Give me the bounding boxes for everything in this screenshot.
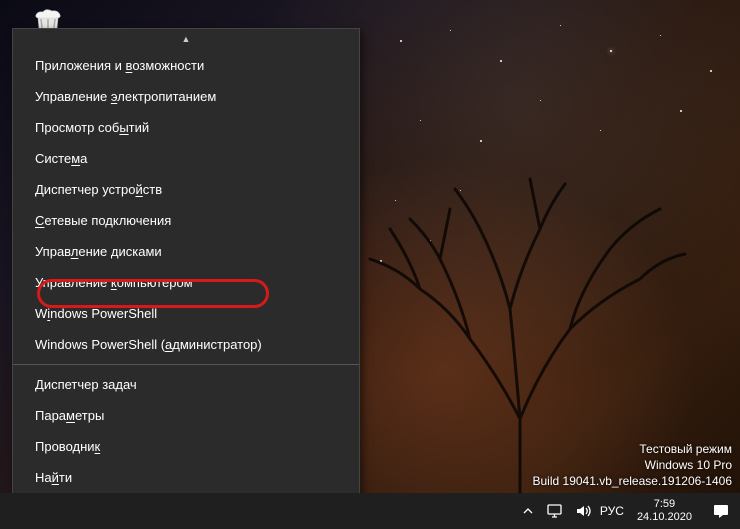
menu-item-label: ndows PowerShell — [50, 306, 157, 321]
menu-item-accelerator: Д — [35, 377, 44, 392]
menu-item-label: Управление — [35, 89, 111, 104]
menu-item-label: Windows PowerShell ( — [35, 337, 165, 352]
menu-item-label: тий — [129, 120, 149, 135]
menu-item-label: дминистратор) — [172, 337, 261, 352]
clock-time: 7:59 — [637, 498, 692, 511]
menu-item-label: Проводни — [35, 439, 95, 454]
menu-item-label: Систе — [35, 151, 71, 166]
menu-item-label: Пара — [35, 408, 66, 423]
menu-item[interactable]: Просмотр событий — [13, 112, 359, 143]
menu-item[interactable]: Диспетчер устройств — [13, 174, 359, 205]
menu-item-accelerator: к — [95, 439, 101, 454]
menu-item[interactable]: Проводник — [13, 431, 359, 462]
menu-divider — [13, 364, 359, 365]
language-label: РУС — [600, 504, 624, 518]
watermark-line: Тестовый режим — [533, 441, 733, 457]
menu-item-label: ти — [59, 470, 72, 485]
menu-item-accelerator: й — [52, 470, 59, 485]
menu-item-accelerator: й — [135, 182, 142, 197]
network-icon[interactable] — [545, 493, 567, 529]
menu-item[interactable]: Управление электропитанием — [13, 81, 359, 112]
menu-item-accelerator: ы — [119, 120, 128, 135]
clock-date: 24.10.2020 — [637, 511, 692, 524]
watermark-line: Windows 10 Pro — [533, 457, 733, 473]
menu-item[interactable]: Найти — [13, 462, 359, 493]
watermark-line: Build 19041.vb_release.191206-1406 — [533, 473, 733, 489]
menu-item-label: лектропитанием — [117, 89, 216, 104]
menu-item-label: етевые подключения — [44, 213, 171, 228]
menu-item[interactable]: Windows PowerShell (администратор) — [13, 329, 359, 360]
menu-item[interactable]: Windows PowerShell — [13, 298, 359, 329]
menu-item[interactable]: Управление компьютером — [13, 267, 359, 298]
language-indicator[interactable]: РУС — [601, 493, 623, 529]
menu-item[interactable]: Диспетчер задач — [13, 369, 359, 400]
menu-item-label: На — [35, 470, 52, 485]
menu-item-label: испетчер задач — [44, 377, 137, 392]
menu-item[interactable]: Параметры — [13, 400, 359, 431]
tray-overflow-icon[interactable] — [517, 493, 539, 529]
test-mode-watermark: Тестовый режим Windows 10 Pro Build 1904… — [533, 441, 733, 489]
menu-item-label: ение дисками — [78, 244, 161, 259]
menu-item-label: Приложения и — [35, 58, 126, 73]
clock[interactable]: 7:59 24.10.2020 — [629, 493, 700, 529]
taskbar: РУС 7:59 24.10.2020 — [0, 493, 740, 529]
menu-item-label: Управление — [35, 275, 111, 290]
scroll-up-arrow[interactable]: ▲ — [13, 33, 359, 50]
menu-item-label: омпьютером — [117, 275, 193, 290]
menu-item[interactable]: Приложения и возможности — [13, 50, 359, 81]
menu-item-accelerator: С — [35, 213, 44, 228]
menu-item-label: ств — [143, 182, 162, 197]
menu-item-accelerator: м — [66, 408, 75, 423]
menu-item-accelerator: м — [71, 151, 80, 166]
menu-item[interactable]: Сетевые подключения — [13, 205, 359, 236]
menu-item[interactable]: Управление дисками — [13, 236, 359, 267]
menu-item-label: Управ — [35, 244, 71, 259]
volume-icon[interactable] — [573, 493, 595, 529]
menu-item-label: етры — [75, 408, 104, 423]
winx-context-menu: ▲ Приложения и возможностиУправление эле… — [12, 28, 360, 498]
notification-center-icon[interactable] — [706, 493, 736, 529]
menu-item-label: W — [35, 306, 47, 321]
menu-item-label: Просмотр соб — [35, 120, 119, 135]
menu-item-label: Диспетчер устро — [35, 182, 135, 197]
menu-item-label: а — [80, 151, 87, 166]
menu-item[interactable]: Система — [13, 143, 359, 174]
menu-item-label: озможности — [132, 58, 204, 73]
